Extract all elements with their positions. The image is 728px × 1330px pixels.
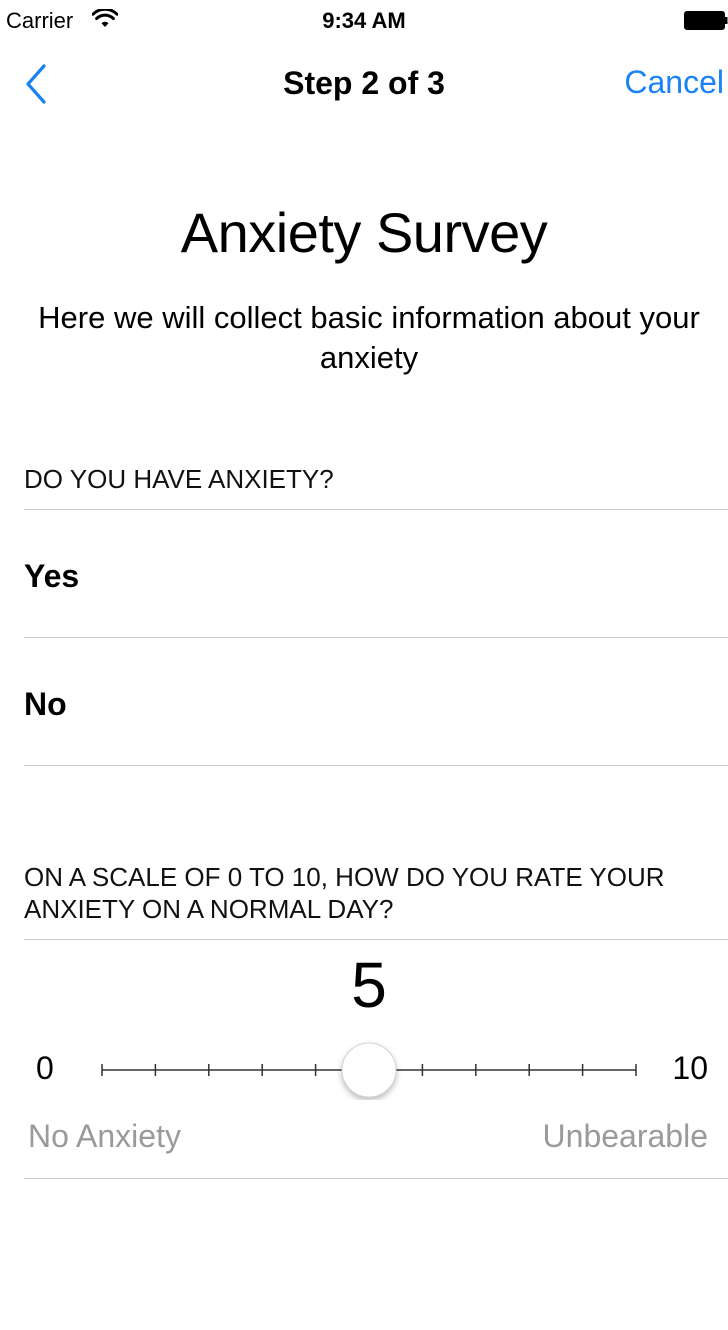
anxiety-scale-slider[interactable] (100, 1040, 638, 1100)
slider-value: 5 (351, 949, 387, 1021)
slider-thumb[interactable] (341, 1042, 397, 1098)
option-yes[interactable]: Yes (0, 510, 728, 636)
slider-max-label: 10 (672, 1050, 708, 1086)
question-scale-label: ON A SCALE OF 0 TO 10, HOW DO YOU RATE Y… (24, 862, 665, 924)
status-bar: Carrier 9:34 AM (0, 0, 728, 40)
page-subtitle: Here we will collect basic information a… (38, 300, 700, 375)
divider (24, 1178, 728, 1179)
slider-min-label: 0 (36, 1050, 54, 1086)
slider-min-description: No Anxiety (28, 1118, 181, 1154)
battery-icon (684, 11, 728, 30)
question-anxiety-label: DO YOU HAVE ANXIETY? (24, 464, 334, 494)
divider (24, 939, 728, 940)
option-label: Yes (24, 558, 80, 594)
status-time: 9:34 AM (322, 8, 406, 33)
slider-max-description: Unbearable (542, 1118, 708, 1154)
divider (24, 765, 728, 766)
page-title: Anxiety Survey (180, 201, 548, 264)
navigation-bar: Step 2 of 3 Cancel (0, 40, 728, 128)
option-no[interactable]: No (0, 638, 728, 764)
option-label: No (24, 686, 67, 722)
nav-title: Step 2 of 3 (283, 65, 445, 101)
cancel-button[interactable]: Cancel (624, 64, 724, 101)
